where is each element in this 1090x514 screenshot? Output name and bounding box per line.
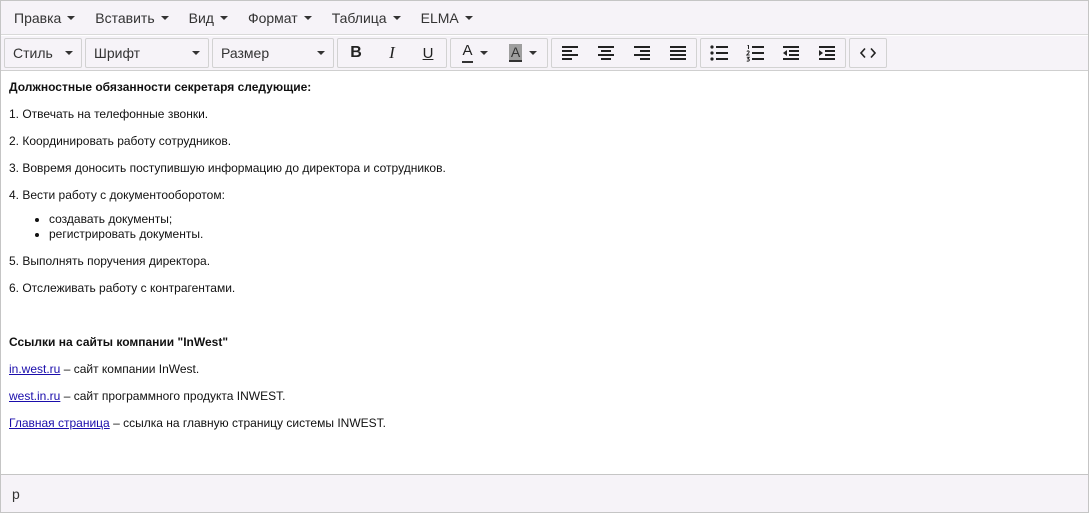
- toolbar-group-align: [551, 38, 697, 68]
- italic-button[interactable]: I: [374, 39, 410, 67]
- list-item: 2. Координировать работу сотрудников.: [9, 134, 232, 148]
- editor-content-area[interactable]: Должностные обязанности секретаря следую…: [1, 72, 1088, 476]
- menu-format[interactable]: Формат: [238, 4, 322, 32]
- bullet-list-button[interactable]: [701, 39, 737, 67]
- menu-view-label: Вид: [188, 9, 214, 26]
- source-code-button[interactable]: [850, 39, 886, 67]
- chevron-down-icon: [303, 16, 312, 20]
- bullet-item: регистрировать документы.: [49, 227, 1080, 242]
- bullet-item: создавать документы;: [49, 212, 1080, 227]
- background-color-button[interactable]: A: [499, 39, 547, 67]
- menu-table-label: Таблица: [331, 9, 387, 26]
- list-item: 3. Вовремя доносить поступившую информац…: [9, 161, 446, 175]
- toolbar-group-lists: [700, 38, 846, 68]
- numbered-list-icon: [746, 44, 764, 62]
- menu-view[interactable]: Вид: [179, 4, 238, 32]
- bullet-list-icon: [710, 45, 728, 61]
- toolbar-group-colors: A A: [450, 38, 548, 68]
- align-center-icon: [598, 46, 614, 60]
- menubar: Правка Вставить Вид Формат Таблица ELMA: [1, 1, 1088, 35]
- statusbar: p: [1, 474, 1088, 512]
- italic-icon: I: [389, 43, 395, 62]
- link-description: – сайт компании InWest.: [60, 362, 200, 376]
- chevron-down-icon: [392, 16, 401, 20]
- chevron-down-icon: [219, 16, 228, 20]
- align-right-button[interactable]: [624, 39, 660, 67]
- link-home-page[interactable]: Главная страница: [9, 416, 110, 430]
- empty-paragraph: [9, 308, 1080, 335]
- align-justify-icon: [670, 46, 686, 60]
- element-path[interactable]: p: [12, 486, 20, 502]
- link-description: – ссылка на главную страницу системы INW…: [109, 416, 386, 430]
- toolbar-group-text-format: B I U: [337, 38, 447, 68]
- toolbar-group-code: [849, 38, 887, 68]
- underline-icon: U: [422, 44, 434, 62]
- style-select-label: Стиль: [13, 45, 53, 61]
- link-inwest-site[interactable]: in.west.ru: [9, 362, 60, 376]
- list-item: 6. Отслеживать работу с контрагентами.: [9, 281, 236, 295]
- chevron-down-icon: [317, 51, 325, 55]
- menu-insert-label: Вставить: [95, 9, 155, 26]
- outdent-icon: [783, 46, 799, 60]
- bold-button[interactable]: B: [338, 39, 374, 67]
- chevron-down-icon: [479, 51, 488, 55]
- chevron-down-icon: [65, 51, 73, 55]
- menu-elma-label: ELMA: [420, 9, 459, 26]
- style-select[interactable]: Стиль: [5, 39, 81, 67]
- source-code-icon: [860, 47, 876, 59]
- list-item: 1. Отвечать на телефонные звонки.: [9, 107, 209, 121]
- chevron-down-icon: [464, 16, 473, 20]
- list-item: 5. Выполнять поручения директора.: [9, 254, 211, 268]
- background-color-icon: A: [508, 44, 523, 62]
- link-row: Главная страница – ссылка на главную стр…: [9, 416, 1080, 431]
- link-row: west.in.ru – сайт программного продукта …: [9, 389, 1080, 404]
- chevron-down-icon: [529, 51, 538, 55]
- duties-heading: Должностные обязанности секретаря следую…: [9, 80, 312, 94]
- chevron-down-icon: [192, 51, 200, 55]
- links-heading: Ссылки на сайты компании "InWest": [9, 335, 229, 349]
- menu-insert[interactable]: Вставить: [85, 4, 178, 32]
- font-color-icon: A: [462, 43, 473, 63]
- numbered-list-button[interactable]: [737, 39, 773, 67]
- chevron-down-icon: [160, 16, 169, 20]
- indent-button[interactable]: [809, 39, 845, 67]
- link-description: – сайт программного продукта INWEST.: [60, 389, 286, 403]
- bullet-list: создавать документы; регистрировать доку…: [9, 212, 1080, 242]
- rich-text-editor: Правка Вставить Вид Формат Таблица ELMA …: [0, 0, 1089, 513]
- menu-edit-label: Правка: [14, 9, 62, 26]
- chevron-down-icon: [67, 16, 76, 20]
- link-product-site[interactable]: west.in.ru: [9, 389, 60, 403]
- menu-table[interactable]: Таблица: [322, 4, 411, 32]
- toolbar-group-font: Шрифт: [85, 38, 209, 68]
- align-right-icon: [634, 46, 650, 60]
- indent-icon: [819, 46, 835, 60]
- font-select-label: Шрифт: [94, 45, 141, 61]
- menu-edit[interactable]: Правка: [4, 4, 85, 32]
- font-select[interactable]: Шрифт: [86, 39, 208, 67]
- toolbar: Стиль Шрифт Размер B I U A A: [1, 36, 1088, 71]
- align-left-icon: [562, 46, 578, 60]
- toolbar-group-size: Размер: [212, 38, 334, 68]
- menu-elma[interactable]: ELMA: [411, 4, 483, 32]
- toolbar-group-style: Стиль: [4, 38, 82, 68]
- font-color-button[interactable]: A: [451, 39, 499, 67]
- menu-format-label: Формат: [247, 9, 298, 26]
- size-select[interactable]: Размер: [213, 39, 333, 67]
- underline-button[interactable]: U: [410, 39, 446, 67]
- size-select-label: Размер: [221, 45, 270, 61]
- bold-icon: B: [350, 44, 362, 61]
- list-item: 4. Вести работу с документооборотом:: [9, 188, 225, 202]
- outdent-button[interactable]: [773, 39, 809, 67]
- align-justify-button[interactable]: [660, 39, 696, 67]
- align-center-button[interactable]: [588, 39, 624, 67]
- link-row: in.west.ru – сайт компании InWest.: [9, 362, 1080, 377]
- align-left-button[interactable]: [552, 39, 588, 67]
